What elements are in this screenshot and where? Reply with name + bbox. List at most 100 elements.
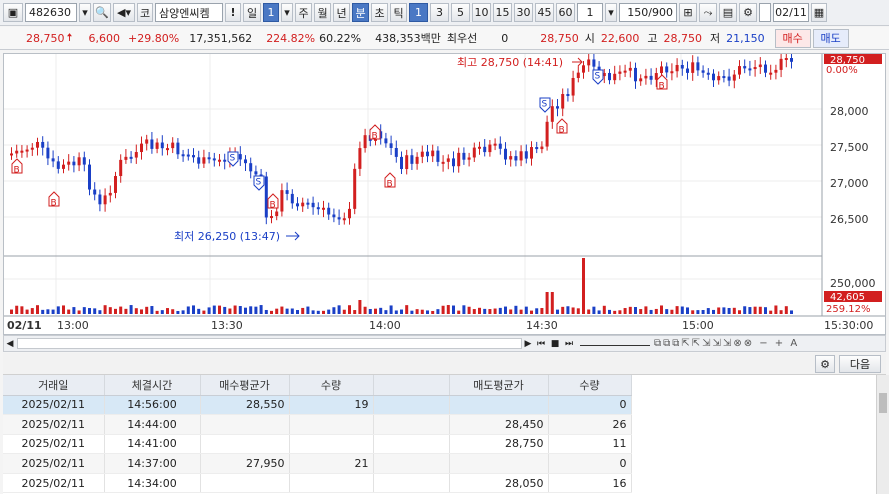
- interval-button[interactable]: 3: [430, 3, 449, 22]
- info-button[interactable]: !: [225, 3, 241, 22]
- chart-canvas[interactable]: B B S S B B B S B S B 최저 26,250 (13:47) 최고 28,750 …: [4, 50, 885, 334]
- col-header[interactable]: 수량: [548, 375, 632, 396]
- interval-button[interactable]: 10: [472, 3, 491, 22]
- volume-bar: [696, 310, 700, 314]
- table-cell: 28,050: [449, 473, 549, 494]
- volume-bar: [155, 310, 159, 314]
- table-row[interactable]: 2025/02/11 14:34:00 28,050 16: [3, 473, 632, 494]
- candle-body: [103, 195, 107, 205]
- stock-name-field[interactable]: 삼양엔씨켐: [155, 3, 223, 22]
- chart-scrollbar[interactable]: ◀ ▶ ⏮ ■ ⏭ ⧉⧉⧉⇱⇱⇲⇲⇲⊗⊗ − + A: [3, 335, 886, 352]
- table-cell: 14:37:00: [104, 453, 201, 474]
- col-header[interactable]: 수량: [289, 375, 374, 396]
- candle-body: [244, 159, 247, 164]
- col-header[interactable]: 매수평균가: [200, 375, 290, 396]
- zoom-slider[interactable]: [580, 341, 650, 346]
- col-header[interactable]: [373, 375, 450, 396]
- market-button[interactable]: 코: [137, 3, 153, 22]
- candle-body: [93, 189, 97, 195]
- candle-body: [654, 73, 658, 80]
- volume-bar: [649, 309, 653, 314]
- bar-chart-icon[interactable]: ⊞: [679, 3, 697, 22]
- interval-button[interactable]: 1: [409, 3, 428, 22]
- table-row[interactable]: 2025/02/11 14:56:00 28,550 19 0: [3, 395, 632, 416]
- table-cell: [289, 473, 374, 494]
- buy-marker[interactable]: B: [369, 124, 381, 142]
- table-row[interactable]: 2025/02/11 14:41:00 28,750 11: [3, 434, 632, 455]
- marker-letter: B: [270, 201, 276, 211]
- interval-button[interactable]: 45: [535, 3, 554, 22]
- volume-pct-text: 259.12%: [826, 304, 871, 315]
- period-day-button[interactable]: 일: [243, 3, 261, 22]
- interval-dropdown-icon[interactable]: ▾: [605, 3, 617, 22]
- candle-body: [280, 190, 284, 212]
- volume-bar: [467, 306, 471, 314]
- search-icon[interactable]: 🔍: [93, 3, 111, 22]
- speaker-icon[interactable]: ◀▾: [113, 3, 135, 22]
- price-chart[interactable]: B B S S B B B S B S B 최저 26,250 (13:47) 최고 28,750 …: [3, 50, 886, 335]
- scroll-thumb[interactable]: [879, 393, 887, 413]
- stock-code-input[interactable]: 482630: [25, 3, 77, 22]
- gear-icon[interactable]: ⚙: [739, 3, 757, 22]
- buy-button[interactable]: 매수: [774, 28, 811, 48]
- code-dropdown-icon[interactable]: ▾: [79, 3, 91, 22]
- table-row[interactable]: 2025/02/11 14:37:00 27,950 21 0: [3, 453, 632, 474]
- buy-marker[interactable]: B: [11, 158, 23, 176]
- next-button[interactable]: 다음: [839, 355, 881, 373]
- interval-button[interactable]: 60: [556, 3, 575, 22]
- scroll-right-icon[interactable]: ▶: [522, 339, 534, 349]
- bar-count-input[interactable]: 150/900: [619, 3, 677, 22]
- calendar-icon[interactable]: ▦: [811, 3, 827, 22]
- window-icon[interactable]: ▣: [3, 3, 23, 22]
- candle-body: [582, 65, 585, 73]
- sell-marker[interactable]: S: [592, 69, 604, 85]
- tick-button[interactable]: 틱: [390, 3, 407, 22]
- gear-icon[interactable]: ⚙: [815, 355, 835, 373]
- minute-button[interactable]: 분: [352, 3, 369, 22]
- scroll-track[interactable]: [17, 338, 522, 349]
- month-button[interactable]: 월: [314, 3, 331, 22]
- candle-body: [290, 193, 294, 204]
- table-row[interactable]: 2025/02/11 14:44:00 28,450 26: [3, 414, 632, 435]
- sell-marker[interactable]: S: [253, 175, 265, 191]
- interval-button[interactable]: 5: [451, 3, 470, 22]
- first-icon[interactable]: ⏮: [534, 339, 548, 349]
- year-button[interactable]: 년: [333, 3, 350, 22]
- scroll-left-icon[interactable]: ◀: [4, 339, 16, 349]
- buy-marker[interactable]: B: [656, 74, 668, 92]
- volume-bar: [545, 292, 549, 314]
- candle-body: [207, 157, 211, 160]
- second-button[interactable]: 초: [371, 3, 388, 22]
- period-dropdown-icon[interactable]: ▾: [281, 3, 293, 22]
- period-day-num[interactable]: 1: [263, 3, 279, 22]
- grid-scrollbar[interactable]: [876, 375, 889, 494]
- sell-marker[interactable]: S: [539, 97, 551, 113]
- buy-marker[interactable]: B: [48, 191, 60, 209]
- last-icon[interactable]: ⏭: [562, 339, 576, 349]
- col-header[interactable]: 체결시간: [104, 375, 201, 396]
- volume-bar: [452, 305, 455, 314]
- interval-input[interactable]: 1: [577, 3, 603, 22]
- buy-marker[interactable]: B: [267, 193, 279, 211]
- buy-marker[interactable]: B: [384, 172, 396, 190]
- week-button[interactable]: 주: [295, 3, 312, 22]
- date-input[interactable]: 02/11: [773, 3, 809, 22]
- date-checkbox[interactable]: [759, 3, 771, 22]
- time-label: 13:00: [57, 319, 89, 332]
- volume-bar: [665, 309, 669, 314]
- sell-button[interactable]: 매도: [812, 28, 849, 48]
- pct-tag-text: 0.00%: [826, 65, 858, 76]
- interval-button[interactable]: 30: [514, 3, 533, 22]
- col-header[interactable]: 매도평균가: [449, 375, 549, 396]
- buy-marker[interactable]: B: [556, 118, 568, 136]
- save-icon[interactable]: ▤: [719, 3, 737, 22]
- interval-button[interactable]: 15: [493, 3, 512, 22]
- stop-icon[interactable]: ■: [548, 339, 562, 349]
- candle-body: [493, 143, 497, 146]
- table-cell: [373, 395, 450, 416]
- col-header[interactable]: 거래일: [3, 375, 105, 396]
- drawing-tools-icon[interactable]: ⧉⧉⧉⇱⇱⇲⇲⇲⊗⊗ − + A: [654, 338, 885, 349]
- ask-price: 28,750: [540, 31, 579, 45]
- trend-icon[interactable]: ⤳: [699, 3, 717, 22]
- volume-bar: [400, 309, 403, 314]
